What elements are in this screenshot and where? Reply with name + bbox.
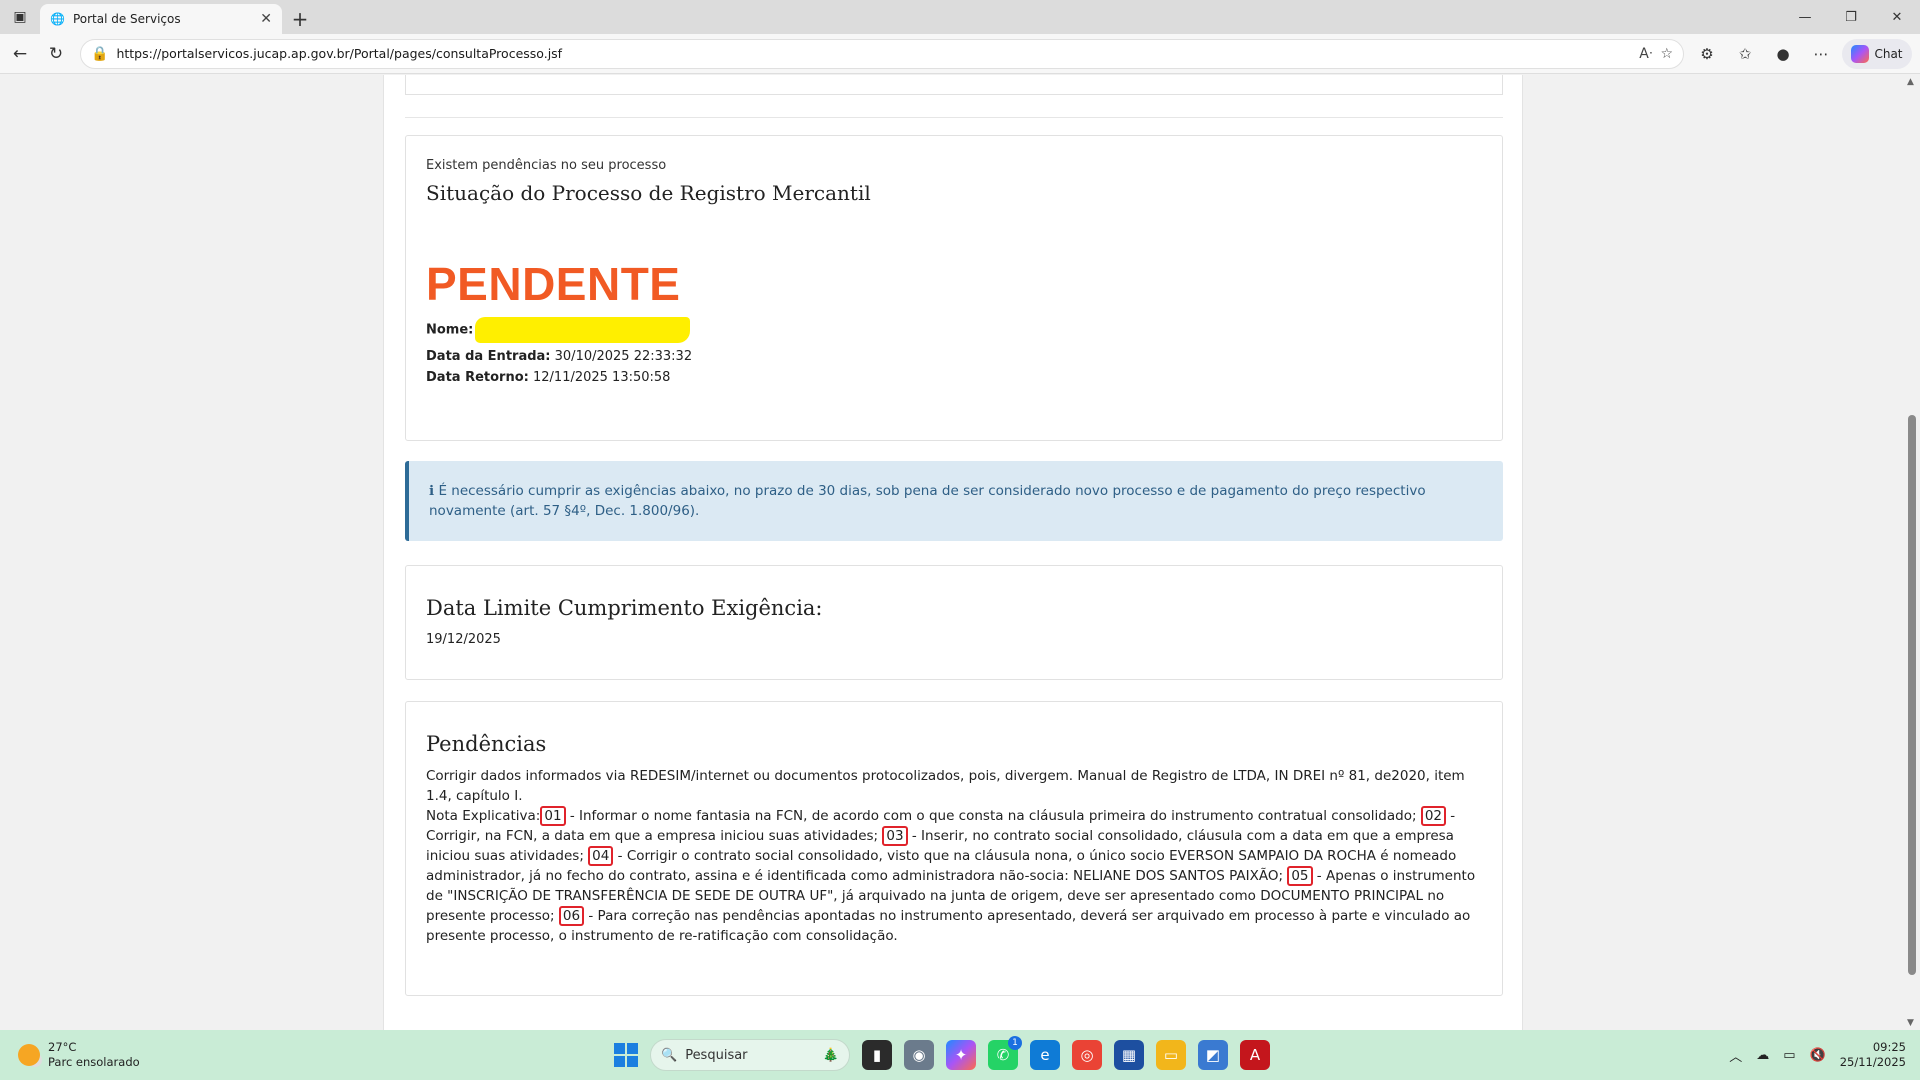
task-view-icon[interactable]: ▮ <box>862 1040 892 1070</box>
minimize-icon[interactable]: — <box>1782 0 1828 34</box>
favorites-icon[interactable]: ✩ <box>1728 38 1762 70</box>
entrada-label: Data da Entrada: <box>426 349 551 364</box>
scrollbar-thumb[interactable] <box>1908 415 1916 975</box>
store-icon[interactable]: ▦ <box>1114 1040 1144 1070</box>
info-icon: ℹ <box>429 483 435 499</box>
close-tab-icon[interactable]: ✕ <box>260 11 272 27</box>
pendencias-text: Corrigir dados informados via REDESIM/in… <box>426 766 1482 946</box>
taskbar-search[interactable]: 🔍 Pesquisar 🎄 <box>650 1039 850 1071</box>
windows-taskbar: 27°C Parc ensolarado 🔍 Pesquisar 🎄 ▮ ◉ ✦… <box>0 1030 1920 1080</box>
item-number-06: 06 <box>558 906 585 926</box>
copilot-icon <box>1851 44 1870 63</box>
temperature: 27°C <box>48 1040 77 1054</box>
refresh-button[interactable]: ↻ <box>40 38 72 70</box>
redacted-name <box>475 317 691 343</box>
toolbar-buttons: ⚙ ✩ ● ⋯ <box>1690 38 1838 70</box>
system-tray: ︿ ☁ ▭ 🔇 09:25 25/11/2025 <box>1729 1030 1906 1080</box>
read-aloud-icon[interactable]: Aᐧ <box>1639 46 1652 62</box>
pendencias-title: Pendências <box>426 732 547 756</box>
divider <box>405 117 1503 118</box>
scroll-down-icon[interactable]: ▼ <box>1907 1018 1914 1028</box>
nota-label: Nota Explicativa: <box>426 808 541 824</box>
nome-row: Nome: <box>426 317 1482 343</box>
pendencias-panel: Pendências Corrigir dados informados via… <box>405 701 1503 996</box>
system-clock[interactable]: 09:25 25/11/2025 <box>1840 1040 1906 1070</box>
nome-label: Nome: <box>426 322 474 338</box>
retorno-row: Data Retorno: 12/11/2025 13:50:58 <box>426 370 1482 385</box>
browser-tab[interactable]: 🌐 Portal de Serviços ✕ <box>40 4 282 34</box>
taskbar-apps: 🔍 Pesquisar 🎄 ▮ ◉ ✦ ✆ 1 e ◎ ▦ ▭ ◩ A <box>614 1030 1270 1080</box>
deadline-alert: ℹ É necessário cumprir as exigências aba… <box>405 461 1503 541</box>
restore-icon[interactable]: ❐ <box>1828 0 1874 34</box>
windows-start-icon[interactable] <box>614 1043 638 1067</box>
more-menu-icon[interactable]: ⋯ <box>1804 38 1838 70</box>
pending-note: Existem pendências no seu processo <box>426 158 667 173</box>
network-icon[interactable]: ▭ <box>1783 1048 1795 1063</box>
copilot-app-icon[interactable]: ✦ <box>946 1040 976 1070</box>
pdf-reader-icon[interactable]: A <box>1240 1040 1270 1070</box>
url-text[interactable]: https://portalservicos.jucap.ap.gov.br/P… <box>116 46 1631 61</box>
process-status-panel: Existem pendências no seu processo Situa… <box>405 135 1503 441</box>
scroll-up-icon[interactable]: ▲ <box>1907 77 1914 87</box>
entrada-value: 30/10/2025 22:33:32 <box>554 349 693 364</box>
search-placeholder: Pesquisar <box>685 1047 748 1063</box>
clock-time: 09:25 <box>1872 1040 1906 1054</box>
content-container: Existem pendências no seu processo Situa… <box>383 75 1523 1030</box>
pendencias-intro: Corrigir dados informados via REDESIM/in… <box>426 768 1465 804</box>
item-number-01: 01 <box>540 806 566 826</box>
chrome-icon[interactable]: ◎ <box>1072 1040 1102 1070</box>
remote-app-icon[interactable]: ◩ <box>1198 1040 1228 1070</box>
status-title: Situação do Processo de Registro Mercant… <box>426 181 871 205</box>
new-tab-button[interactable]: + <box>282 4 318 34</box>
onedrive-cloud-icon[interactable]: ☁ <box>1756 1048 1769 1063</box>
item-number-02: 02 <box>1420 806 1446 826</box>
address-bar-row: ← ↻ 🔒 https://portalservicos.jucap.ap.go… <box>0 34 1920 74</box>
file-explorer-icon[interactable]: ▭ <box>1156 1040 1186 1070</box>
camera-app-icon[interactable]: ◉ <box>904 1040 934 1070</box>
weather-description: Parc ensolarado <box>48 1055 140 1069</box>
copilot-chat-button[interactable]: Chat <box>1842 38 1912 69</box>
search-icon: 🔍 <box>661 1047 678 1063</box>
extensions-icon[interactable]: ⚙ <box>1690 38 1724 70</box>
clock-date: 25/11/2025 <box>1839 1055 1906 1069</box>
weather-widget[interactable]: 27°C Parc ensolarado <box>18 1040 218 1070</box>
status-badge: PENDENTE <box>426 258 681 310</box>
page-viewport: Existem pendências no seu processo Situa… <box>0 75 1904 1030</box>
favorite-star-icon[interactable]: ☆ <box>1660 46 1673 62</box>
back-button[interactable]: ← <box>4 38 36 70</box>
deadline-panel: Data Limite Cumprimento Exigência: 19/12… <box>405 565 1503 680</box>
deadline-title: Data Limite Cumprimento Exigência: <box>426 596 823 620</box>
nota-explicativa: Nota Explicativa: 01 - Informar o nome fa… <box>426 806 1482 946</box>
previous-panel-edge <box>405 75 1503 95</box>
edge-browser-icon[interactable]: e <box>1030 1040 1060 1070</box>
profile-icon[interactable]: ● <box>1766 38 1800 70</box>
partly-sunny-icon <box>18 1044 40 1066</box>
address-bar[interactable]: 🔒 https://portalservicos.jucap.ap.gov.br… <box>80 38 1684 69</box>
alert-text: É necessário cumprir as exigências abaix… <box>429 483 1426 519</box>
browser-tab-bar: ▣ 🌐 Portal de Serviços ✕ + — ❐ ✕ <box>0 0 1920 34</box>
page-scrollbar[interactable]: ▲ ▼ <box>1904 75 1920 1030</box>
volume-muted-icon[interactable]: 🔇 <box>1810 1048 1826 1063</box>
retorno-label: Data Retorno: <box>426 370 529 385</box>
deadline-date: 19/12/2025 <box>426 632 501 647</box>
entrada-row: Data da Entrada: 30/10/2025 22:33:32 <box>426 349 1482 364</box>
item-number-04: 04 <box>588 846 614 866</box>
chevron-up-icon[interactable]: ︿ <box>1729 1046 1742 1065</box>
window-controls: — ❐ ✕ <box>1782 0 1920 34</box>
holiday-tree-icon: 🎄 <box>822 1047 839 1063</box>
whatsapp-icon[interactable]: ✆ 1 <box>988 1036 1022 1070</box>
chat-label: Chat <box>1874 46 1903 61</box>
tab-actions-icon[interactable]: ▣ <box>0 0 40 34</box>
lock-icon[interactable]: 🔒 <box>91 46 108 62</box>
item-number-05: 05 <box>1287 866 1313 886</box>
item-number-03: 03 <box>882 826 908 846</box>
whatsapp-badge: 1 <box>1008 1036 1022 1050</box>
globe-icon: 🌐 <box>50 12 65 26</box>
retorno-value: 12/11/2025 13:50:58 <box>533 370 671 385</box>
item-text-01: - Informar o nome fantasia na FCN, de ac… <box>565 808 1421 824</box>
close-window-icon[interactable]: ✕ <box>1874 0 1920 34</box>
tab-title: Portal de Serviços <box>72 12 181 26</box>
